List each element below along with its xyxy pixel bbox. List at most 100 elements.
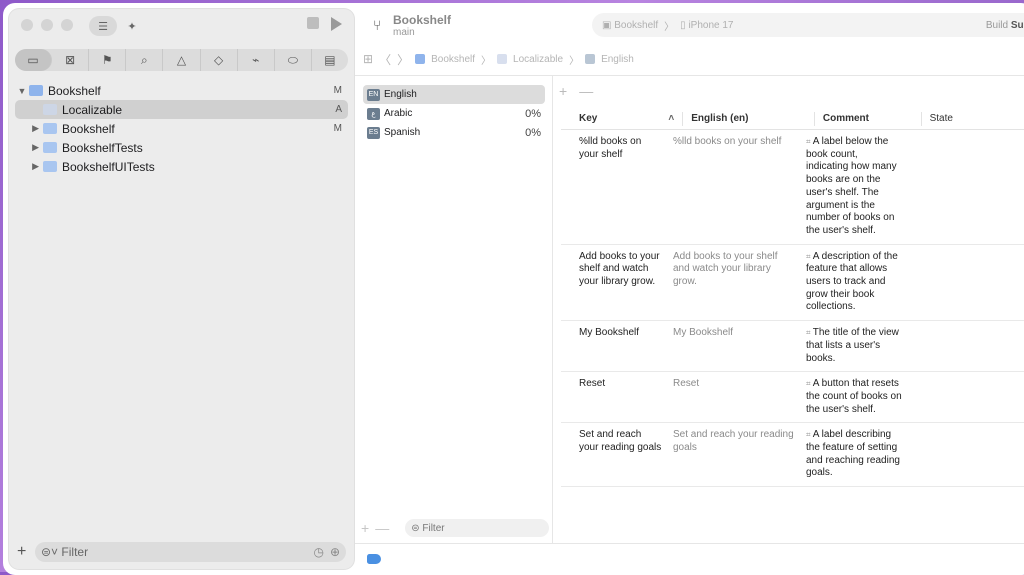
language-item-arabic[interactable]: ع Arabic 0% [363,104,545,123]
filter-placeholder: Filter [61,545,89,559]
breadcrumb-item[interactable]: Bookshelf [431,54,475,65]
recent-icon[interactable]: ◷ [313,545,323,559]
tree-item-label: BookshelfTests [62,140,143,155]
device-selector[interactable]: iPhone 17 [688,20,733,31]
zoom-window-button[interactable] [61,19,73,31]
remove-language-button[interactable]: — [375,520,389,536]
breakpoint-icon[interactable] [367,554,381,564]
sidebar-footer: + ⊜˅ Filter ◷ ⊕ [17,541,346,563]
diamond-icon[interactable]: ◇ [201,49,238,71]
language-progress: 0% [525,126,541,139]
folder-icon[interactable]: ▭ [15,49,53,71]
tree-item-project[interactable]: ▼ Bookshelf M [15,81,348,100]
language-icon [585,54,596,64]
navigator-filter-field[interactable]: ⊜˅ Filter ◷ ⊕ [35,542,346,562]
project-tree: ▼ Bookshelf M Localizable A ▶ Bookshelf … [15,81,348,176]
comment-cell[interactable]: ⌗ A button that resets the count of book… [796,378,902,416]
column-header-english[interactable]: English (en) [683,112,815,126]
tree-item-uitests-folder[interactable]: ▶ BookshelfUITests [15,157,348,176]
chevron-right-icon[interactable]: ▶ [15,142,43,153]
table-row[interactable]: Reset Reset ⌗ A button that resets the c… [561,372,1024,424]
scm-filter-icon[interactable]: ⊕ [330,545,340,559]
tree-item-label: BookshelfUITests [62,159,155,174]
key-cell: Reset [579,378,606,390]
table-row[interactable]: Add books to your shelf and watch your l… [561,245,1024,322]
comment-cell[interactable]: ⌗ A label describing the feature of sett… [796,429,902,480]
divider [355,75,1024,76]
column-header-state[interactable]: State [922,112,1024,126]
project-icon [415,54,426,64]
filter-placeholder: Filter [422,522,445,534]
table-row[interactable]: My Bookshelf My Bookshelf ⌗ The title of… [561,321,1024,373]
device-icon: ▯ [680,19,689,31]
list-icon[interactable]: ☰ [89,16,117,36]
run-button[interactable] [331,17,342,31]
tree-item-tests-folder[interactable]: ▶ BookshelfTests [15,138,348,157]
language-item-english[interactable]: EN English [363,85,545,104]
chevron-right-icon[interactable]: ▶ [15,123,43,134]
tree-item-bookshelf-folder[interactable]: ▶ Bookshelf M [15,119,348,138]
table-header: Key ˄ English (en) Comment State [561,109,1024,130]
add-button[interactable]: + [17,543,35,561]
table-toolbar: + — [559,83,593,99]
remove-string-button[interactable]: — [579,83,593,99]
language-filter-field[interactable]: ⊜ Filter [405,519,549,537]
breadcrumb: ⊞ 〈 〉 Bookshelf 〉 Localizable 〉 English [363,49,1024,69]
breadcrumb-item[interactable]: English [601,54,634,65]
minimize-window-button[interactable] [41,19,53,31]
label-icon[interactable]: ⬭ [275,49,312,71]
chevron-right-icon: 〉 [569,55,580,67]
column-header-key[interactable]: Key ˄ [561,112,684,126]
chevron-down-icon[interactable]: ▼ [15,86,29,96]
add-language-button[interactable]: + [361,520,369,536]
status-badge: A [335,104,342,115]
comment-cell[interactable]: ⌗ A label below the book count, indicati… [796,136,902,238]
forward-icon[interactable]: 〉 [397,51,409,68]
table-row[interactable]: %lld books on your shelf %lld books on y… [561,130,1024,245]
language-list: EN English ع Arabic 0% ES Spanish 0% [363,85,545,142]
language-code-badge: ع [367,107,380,120]
branch-icon: ⑂ [373,17,382,33]
xmark-box-icon[interactable]: ⊠ [52,49,90,71]
english-cell[interactable]: Add books to your shelf and watch your l… [663,251,796,315]
tree-item-label: Localizable [62,102,123,117]
warning-icon[interactable]: △ [163,49,201,71]
bookmark-icon[interactable]: ⚑ [89,49,127,71]
table-row[interactable]: Set and reach your reading goals Set and… [561,423,1024,488]
scheme-selector[interactable]: Bookshelf [614,20,658,31]
status-badge: M [333,123,342,134]
navigator-tabs: ▭ ⊠ ⚑ ⌕ △ ◇ ⌁ ⬭ ▤ [15,49,348,71]
language-list-footer: + — ⊜ Filter [361,518,549,538]
english-cell[interactable]: Set and reach your reading goals [663,429,796,480]
navigator-sidebar: ☰ ✦ ▭ ⊠ ⚑ ⌕ △ ◇ ⌁ ⬭ ▤ ▼ Bookshelf M Loca… [9,9,354,569]
search-icon[interactable]: ⌕ [126,49,164,71]
folder-icon [43,142,57,153]
activity-view[interactable]: ▣ Bookshelf 〉 ▯ iPhone 17 Build Succeed [592,13,1024,37]
folder-icon [43,161,57,172]
back-icon[interactable]: 〈 [379,51,391,68]
comment-cell[interactable]: ⌗ The title of the view that lists a use… [796,327,902,365]
language-item-spanish[interactable]: ES Spanish 0% [363,123,545,142]
tree-item-label: Bookshelf [48,83,101,98]
chevron-right-icon[interactable]: ▶ [15,161,43,172]
sparkle-icon[interactable]: ✦ [121,16,143,36]
breadcrumb-item[interactable]: Localizable [513,54,563,65]
sort-ascending-icon: ˄ [668,113,675,124]
language-code-badge: EN [367,88,380,101]
comment-icon: ⌗ [806,137,813,146]
stop-button[interactable] [307,17,319,29]
xcode-window: ☰ ✦ ▭ ⊠ ⚑ ⌕ △ ◇ ⌁ ⬭ ▤ ▼ Bookshelf M Loca… [3,3,1024,575]
english-cell[interactable]: %lld books on your shelf [663,136,796,238]
english-cell[interactable]: Reset [663,378,796,416]
english-cell[interactable]: My Bookshelf [663,327,796,365]
app-icon: ▣ [602,19,615,31]
add-string-button[interactable]: + [559,83,567,99]
grid-icon[interactable]: ⊞ [363,52,373,66]
column-header-comment[interactable]: Comment [815,112,922,126]
tree-item-localizable[interactable]: Localizable A [15,100,348,119]
close-window-button[interactable] [21,19,33,31]
strings-table: Key ˄ English (en) Comment State %lld bo… [561,109,1024,488]
comment-cell[interactable]: ⌗ A description of the feature that allo… [796,251,902,315]
report-icon[interactable]: ▤ [312,49,348,71]
tag-spray-icon[interactable]: ⌁ [238,49,275,71]
